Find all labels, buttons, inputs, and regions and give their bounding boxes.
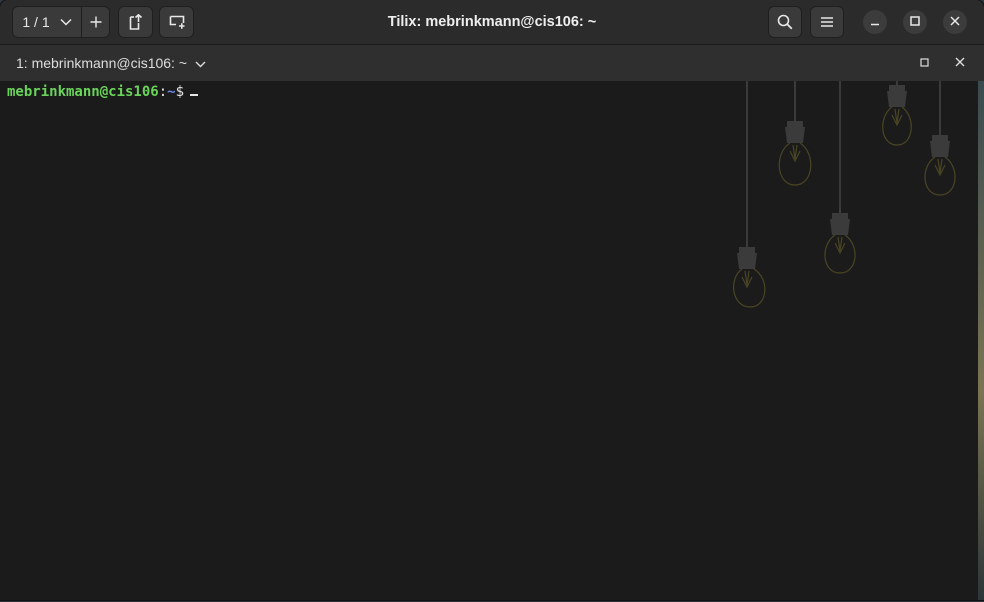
search-button[interactable]: [768, 6, 802, 38]
terminal-close-button[interactable]: [950, 53, 970, 73]
chevron-down-icon: [195, 55, 206, 71]
session-switcher-button[interactable]: 1 / 1: [12, 6, 82, 38]
prompt-symbol: $: [175, 84, 185, 100]
prompt-colon: :: [158, 84, 168, 100]
minimize-icon: [870, 13, 880, 31]
plus-icon: [90, 16, 102, 28]
maximize-button[interactable]: [903, 10, 927, 34]
split-right-button[interactable]: [118, 6, 153, 38]
terminal-title: 1: mebrinkmann@cis106: ~: [16, 55, 188, 71]
header-bar: 1 / 1 Tilix: mebrinkmann@cis106: ~: [0, 0, 984, 45]
terminal-maximize-button[interactable]: [914, 53, 934, 73]
maximize-icon: [919, 54, 929, 72]
shell-prompt-line: mebrinkmann@cis106:~$: [7, 83, 199, 101]
split-down-button[interactable]: [159, 6, 194, 38]
main-menu-button[interactable]: [810, 6, 844, 38]
close-icon: [955, 54, 965, 72]
maximize-icon: [910, 13, 920, 31]
terminal-output-area[interactable]: mebrinkmann@cis106:~$: [0, 81, 978, 598]
hanging-bulbs-background: [733, 81, 956, 308]
desktop-wallpaper-edge: [978, 81, 984, 600]
tilix-window: 1 / 1 Tilix: mebrinkmann@cis106: ~ 1: me…: [0, 0, 984, 600]
window-title: Tilix: mebrinkmann@cis106: ~: [387, 14, 597, 30]
minimize-button[interactable]: [863, 10, 887, 34]
prompt-path: ~: [167, 84, 176, 100]
hamburger-menu-icon: [821, 17, 833, 27]
prompt-user-host: mebrinkmann@cis106: [7, 84, 159, 100]
terminal-title-bar: 1: mebrinkmann@cis106: ~: [0, 45, 984, 81]
session-counter: 1 / 1: [22, 14, 50, 30]
text-cursor: [190, 94, 199, 96]
split-terminal-right-icon: [129, 14, 143, 30]
terminal-title-menu[interactable]: 1: mebrinkmann@cis106: ~: [16, 45, 206, 81]
close-icon: [950, 13, 960, 31]
add-session-button[interactable]: [82, 6, 110, 38]
chevron-down-icon: [60, 18, 72, 26]
close-button[interactable]: [943, 10, 967, 34]
search-icon: [777, 14, 793, 30]
split-terminal-down-icon: [169, 15, 185, 29]
